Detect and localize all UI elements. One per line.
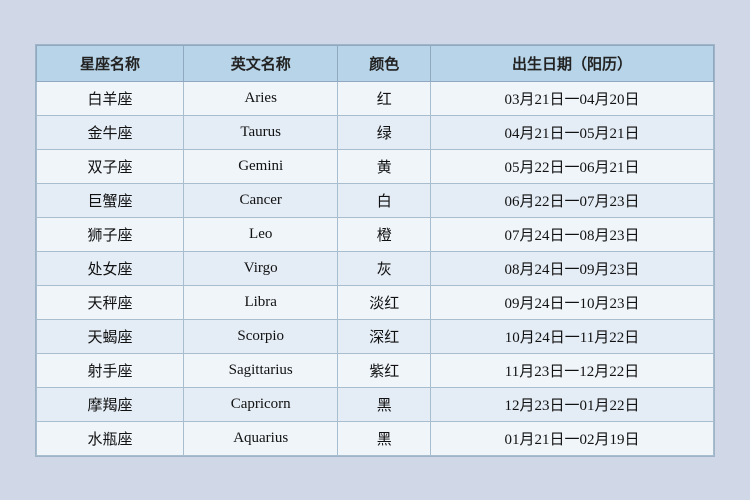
cell-6-1: Libra [183,285,337,319]
cell-0-3: 03月21日一04月20日 [430,81,713,115]
cell-1-2: 绿 [338,115,431,149]
cell-8-3: 11月23日一12月22日 [430,353,713,387]
header-col-0: 星座名称 [37,45,184,81]
cell-7-1: Scorpio [183,319,337,353]
table-row: 双子座Gemini黄05月22日一06月21日 [37,149,714,183]
table-header-row: 星座名称英文名称颜色出生日期（阳历） [37,45,714,81]
cell-7-3: 10月24日一11月22日 [430,319,713,353]
cell-4-0: 狮子座 [37,217,184,251]
cell-10-0: 水瓶座 [37,421,184,455]
cell-7-0: 天蝎座 [37,319,184,353]
table-row: 处女座Virgo灰08月24日一09月23日 [37,251,714,285]
cell-2-2: 黄 [338,149,431,183]
cell-9-3: 12月23日一01月22日 [430,387,713,421]
cell-10-2: 黑 [338,421,431,455]
cell-5-0: 处女座 [37,251,184,285]
table-body: 白羊座Aries红03月21日一04月20日金牛座Taurus绿04月21日一0… [37,81,714,455]
cell-4-3: 07月24日一08月23日 [430,217,713,251]
cell-9-1: Capricorn [183,387,337,421]
cell-5-3: 08月24日一09月23日 [430,251,713,285]
cell-10-1: Aquarius [183,421,337,455]
cell-8-0: 射手座 [37,353,184,387]
table-row: 摩羯座Capricorn黑12月23日一01月22日 [37,387,714,421]
cell-2-1: Gemini [183,149,337,183]
table-row: 射手座Sagittarius紫红11月23日一12月22日 [37,353,714,387]
table-row: 水瓶座Aquarius黑01月21日一02月19日 [37,421,714,455]
cell-0-1: Aries [183,81,337,115]
cell-9-0: 摩羯座 [37,387,184,421]
table-row: 白羊座Aries红03月21日一04月20日 [37,81,714,115]
cell-5-2: 灰 [338,251,431,285]
cell-4-1: Leo [183,217,337,251]
table-row: 狮子座Leo橙07月24日一08月23日 [37,217,714,251]
cell-7-2: 深红 [338,319,431,353]
cell-8-2: 紫红 [338,353,431,387]
cell-8-1: Sagittarius [183,353,337,387]
cell-9-2: 黑 [338,387,431,421]
zodiac-table-container: 星座名称英文名称颜色出生日期（阳历） 白羊座Aries红03月21日一04月20… [35,44,715,457]
table-row: 天蝎座Scorpio深红10月24日一11月22日 [37,319,714,353]
cell-3-2: 白 [338,183,431,217]
cell-5-1: Virgo [183,251,337,285]
table-row: 金牛座Taurus绿04月21日一05月21日 [37,115,714,149]
cell-6-2: 淡红 [338,285,431,319]
cell-0-2: 红 [338,81,431,115]
cell-10-3: 01月21日一02月19日 [430,421,713,455]
cell-6-0: 天秤座 [37,285,184,319]
table-row: 天秤座Libra淡红09月24日一10月23日 [37,285,714,319]
cell-0-0: 白羊座 [37,81,184,115]
cell-1-3: 04月21日一05月21日 [430,115,713,149]
zodiac-table: 星座名称英文名称颜色出生日期（阳历） 白羊座Aries红03月21日一04月20… [36,45,714,456]
cell-2-3: 05月22日一06月21日 [430,149,713,183]
header-col-3: 出生日期（阳历） [430,45,713,81]
cell-3-0: 巨蟹座 [37,183,184,217]
cell-3-3: 06月22日一07月23日 [430,183,713,217]
cell-3-1: Cancer [183,183,337,217]
cell-1-1: Taurus [183,115,337,149]
header-col-1: 英文名称 [183,45,337,81]
cell-6-3: 09月24日一10月23日 [430,285,713,319]
table-row: 巨蟹座Cancer白06月22日一07月23日 [37,183,714,217]
header-col-2: 颜色 [338,45,431,81]
cell-1-0: 金牛座 [37,115,184,149]
cell-2-0: 双子座 [37,149,184,183]
cell-4-2: 橙 [338,217,431,251]
